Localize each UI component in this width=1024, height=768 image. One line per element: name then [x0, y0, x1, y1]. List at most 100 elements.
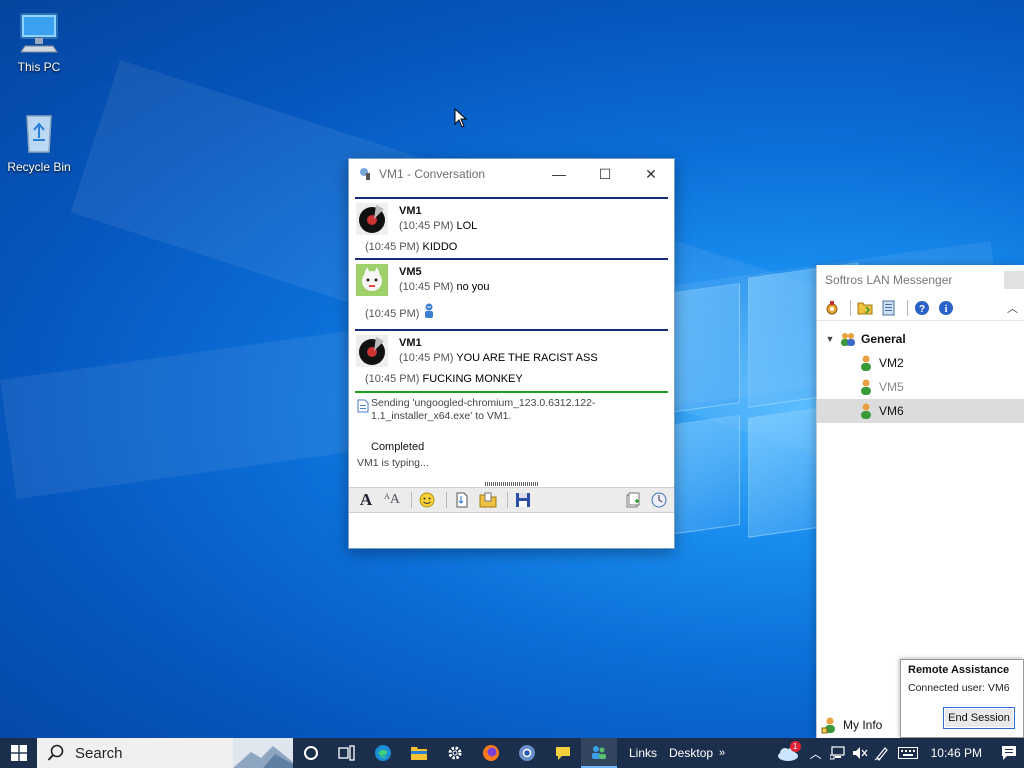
close-button[interactable]: ✕: [628, 159, 674, 189]
message-line: (10:45 PM): [365, 303, 668, 326]
messenger-toolbar: ? i ︿: [817, 295, 1024, 321]
typing-indicator: VM1 is typing...: [357, 457, 429, 469]
chevron-down-icon[interactable]: ▼: [821, 334, 839, 344]
folder-icon[interactable]: [855, 298, 875, 318]
chat-bubble-icon: [556, 747, 570, 760]
taskbar-clock[interactable]: 10:46 PM: [931, 746, 982, 760]
weather-cloud-icon[interactable]: 1: [771, 738, 805, 768]
user-icon: [857, 402, 875, 420]
history-icon[interactable]: [622, 489, 644, 511]
window-control-button[interactable]: [1004, 271, 1024, 289]
send-file-icon[interactable]: [451, 489, 473, 511]
collapse-chevron-icon[interactable]: ︿: [1007, 300, 1018, 316]
search-highlight-image-icon: [233, 738, 293, 768]
start-button[interactable]: [0, 738, 37, 768]
contact-name: VM5: [879, 380, 904, 394]
desktop-icon-label: Recycle Bin: [7, 160, 71, 174]
volume-muted-icon[interactable]: [849, 738, 871, 768]
task-view-icon: [338, 745, 355, 761]
conversation-titlebar[interactable]: VM1 - Conversation — ☐ ✕: [349, 159, 674, 189]
touch-keyboard-icon[interactable]: [893, 738, 923, 768]
pen-ink-icon[interactable]: [871, 738, 893, 768]
message-group: VM1 (10:45 PM) YOU ARE THE RACIST ASS (1…: [355, 329, 668, 387]
message-line: (10:45 PM) FUCKING MONKEY: [365, 373, 523, 385]
contact-vm5[interactable]: VM5: [817, 375, 1024, 399]
splitter-handle[interactable]: [349, 480, 674, 487]
taskbar-explorer-button[interactable]: [401, 738, 437, 768]
edge-browser-icon: [375, 745, 391, 761]
chromium-browser-icon: [519, 745, 535, 761]
send-folder-icon[interactable]: [477, 489, 499, 511]
file-explorer-icon: [411, 747, 427, 760]
settings-gear-icon: [448, 746, 462, 760]
user-icon: [857, 378, 875, 396]
taskbar-edge-button[interactable]: [365, 738, 401, 768]
desktop-icon-recycle-bin[interactable]: Recycle Bin: [1, 108, 77, 174]
info-icon[interactable]: i: [936, 298, 956, 318]
desktop-icon-this-pc[interactable]: This PC: [1, 8, 77, 74]
group-users-icon: [839, 330, 857, 348]
my-info-label: My Info: [843, 718, 883, 732]
clock-icon[interactable]: [648, 489, 670, 511]
taskbar-chromium-button[interactable]: [509, 738, 545, 768]
message-line: (10:45 PM) no you: [399, 281, 490, 293]
taskbar-firefox-button[interactable]: [473, 738, 509, 768]
user-icon: [857, 354, 875, 372]
avatar-cat-icon: [356, 264, 388, 296]
help-icon[interactable]: ?: [912, 298, 932, 318]
message-group: VM1 (10:45 PM) LOL (10:45 PM) KIDDO: [355, 197, 668, 255]
toolbar-more-chevron[interactable]: »: [719, 747, 725, 759]
taskbar-settings-button[interactable]: [437, 738, 473, 768]
message-group: VM5 (10:45 PM) no you (10:45 PM): [355, 258, 668, 326]
message-input[interactable]: [349, 514, 674, 548]
minimize-button[interactable]: —: [536, 159, 582, 189]
taskbar-chat-button[interactable]: [545, 738, 581, 768]
desktop-icon-label: This PC: [17, 60, 61, 74]
windows-start-icon: [10, 745, 27, 761]
message-history[interactable]: VM1 (10:45 PM) LOL (10:45 PM) KIDDO VM5 …: [355, 195, 668, 479]
contact-vm2[interactable]: VM2: [817, 351, 1024, 375]
mouse-cursor-icon: [454, 107, 468, 131]
cortana-button[interactable]: [293, 738, 329, 768]
group-general[interactable]: ▼ General: [817, 327, 1024, 351]
svg-text:?: ?: [919, 304, 925, 315]
weather-badge: 1: [789, 741, 801, 752]
conversation-window[interactable]: VM1 - Conversation — ☐ ✕ VM1 (10:45 PM) …: [348, 158, 675, 549]
task-view-button[interactable]: [329, 738, 365, 768]
smiley-icon[interactable]: [416, 489, 438, 511]
maximize-button[interactable]: ☐: [582, 159, 628, 189]
avatar-vinyl-icon: [356, 335, 388, 367]
contact-tree: ▼ General VM2 VM5 VM6: [817, 327, 1024, 423]
links-toolbar[interactable]: Links: [629, 746, 657, 760]
taskbar-lan-messenger-button[interactable]: [581, 738, 617, 768]
settings-gear-icon[interactable]: [822, 298, 842, 318]
messenger-title: Softros LAN Messenger: [825, 273, 953, 287]
messenger-titlebar[interactable]: Softros LAN Messenger: [817, 265, 1024, 295]
message-line: (10:45 PM) LOL: [399, 220, 478, 232]
action-center-button[interactable]: [994, 738, 1024, 768]
conversation-toolbar: A ᴬA: [349, 487, 674, 513]
computer-icon: [15, 8, 63, 56]
font-icon[interactable]: A: [355, 489, 377, 511]
file-transfer-status: Completed: [371, 441, 425, 453]
firefox-browser-icon: [483, 745, 499, 761]
file-transfer-text: Sending 'ungoogled-chromium_123.0.6312.1…: [371, 397, 596, 422]
save-icon[interactable]: [512, 489, 534, 511]
file-icon: [357, 399, 369, 413]
font-color-icon[interactable]: ᴬA: [381, 489, 403, 511]
connected-user-text: Connected user: VM6: [908, 682, 1010, 694]
search-icon: [47, 744, 65, 762]
show-hidden-icons-chevron-icon[interactable]: ︿: [805, 738, 827, 768]
taskbar-search-box[interactable]: Search: [37, 738, 293, 768]
message-log-icon[interactable]: [879, 298, 899, 318]
taskbar: Search Links Desktop » 1 ︿ 10:46 PM: [0, 738, 1024, 768]
desktop-toolbar[interactable]: Desktop: [669, 746, 713, 760]
my-info-button[interactable]: My Info: [821, 716, 882, 734]
end-session-button[interactable]: End Session: [943, 707, 1015, 729]
message-line: (10:45 PM) KIDDO: [365, 241, 458, 253]
remote-assistance-popup: Remote Assistance Connected user: VM6 En…: [900, 659, 1024, 738]
recycle-bin-icon: [15, 108, 63, 156]
contact-vm6[interactable]: VM6: [817, 399, 1024, 423]
avatar-vinyl-icon: [356, 203, 388, 235]
network-icon[interactable]: [827, 738, 849, 768]
